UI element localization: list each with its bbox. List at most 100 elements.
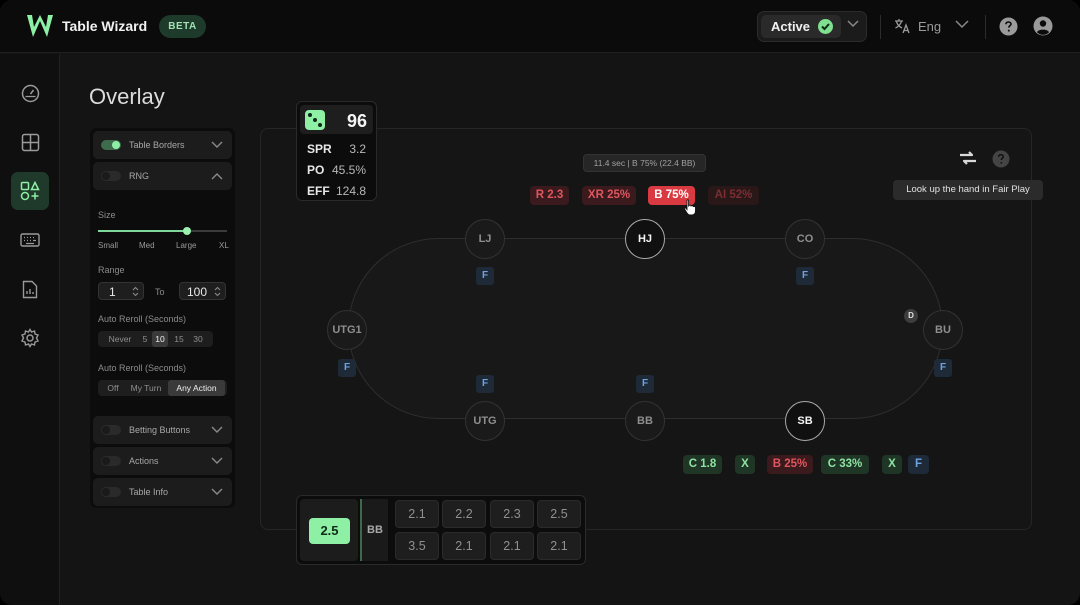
nav-hotkeys[interactable]: [11, 221, 49, 259]
bet-size-button[interactable]: 2.1: [442, 532, 486, 560]
reroll-mode-option[interactable]: Off: [101, 380, 125, 396]
size-slider-thumb[interactable]: [183, 227, 191, 235]
bet-size-button[interactable]: 2.3: [490, 500, 534, 528]
action-fold[interactable]: F: [908, 455, 929, 474]
size-slider[interactable]: [98, 227, 227, 235]
betting-buttons-bar: 2.5 BB 2.1 2.2 2.3 2.5 3.5 2.1 2.1 2.1: [296, 495, 586, 565]
report-icon: [22, 280, 38, 298]
action-call[interactable]: C 1.8: [683, 455, 722, 474]
dealer-button: D: [904, 309, 918, 323]
user-icon[interactable]: [1033, 16, 1053, 36]
rng-header: 96: [300, 105, 373, 134]
seat-sb[interactable]: SB: [785, 401, 825, 441]
table-borders-toggle[interactable]: [101, 140, 121, 150]
range-from-input[interactable]: 1: [98, 282, 144, 300]
chevron-down-icon[interactable]: [847, 20, 859, 28]
bet-selected-button[interactable]: 2.5: [309, 518, 350, 544]
status-dropdown[interactable]: Active: [757, 11, 867, 42]
fold-badge: F: [338, 359, 356, 377]
seat-lj[interactable]: LJ: [465, 219, 505, 259]
chevron-up-icon[interactable]: [211, 172, 223, 180]
rng-card: 96 SPR 3.2 PO 45.5% EFF 124.8: [296, 101, 377, 201]
bet-size-button[interactable]: 2.1: [490, 532, 534, 560]
nav-dashboard[interactable]: [11, 74, 49, 112]
seat-co[interactable]: CO: [785, 219, 825, 259]
bet-selected-container: 2.5: [300, 499, 358, 561]
auto-reroll-label: Auto Reroll (Seconds): [98, 314, 187, 324]
auto-reroll-label-2: Auto Reroll (Seconds): [98, 363, 187, 373]
actions-row[interactable]: Actions: [93, 447, 232, 475]
bet-unit-label: BB: [360, 499, 388, 561]
seat-bu[interactable]: BU: [923, 310, 963, 350]
seat-utg[interactable]: UTG: [465, 401, 505, 441]
bet-size-button[interactable]: 2.1: [537, 532, 581, 560]
seat-hj[interactable]: HJ: [625, 219, 665, 259]
stepper-icon[interactable]: [214, 286, 221, 297]
table-info-toggle[interactable]: [101, 487, 121, 497]
toggle-knob: [102, 426, 110, 434]
reroll-option[interactable]: 5: [139, 331, 151, 347]
bet-size-button[interactable]: 2.1: [395, 500, 439, 528]
auto-reroll-segmented: Never 5 10 15 30: [98, 331, 213, 347]
seat-bb[interactable]: BB: [625, 401, 665, 441]
action-bet[interactable]: B 25%: [767, 455, 813, 474]
rng-row[interactable]: RNG: [93, 162, 232, 190]
nav-tables[interactable]: [11, 123, 49, 161]
seat-utg1[interactable]: UTG1: [327, 310, 367, 350]
chevron-down-icon[interactable]: [955, 20, 969, 29]
cursor-icon: [683, 199, 696, 216]
nav-overlay[interactable]: [11, 172, 49, 210]
actions-toggle[interactable]: [101, 456, 121, 466]
gear-icon: [21, 328, 39, 348]
chevron-down-icon[interactable]: [211, 426, 223, 434]
translate-icon[interactable]: [893, 17, 911, 35]
bet-size-button[interactable]: 2.2: [442, 500, 486, 528]
dashboard-icon: [21, 84, 39, 102]
chevron-down-icon[interactable]: [211, 488, 223, 496]
action-check[interactable]: X: [882, 455, 902, 474]
status-label: Active: [771, 19, 811, 34]
help-icon[interactable]: [999, 17, 1018, 36]
nav-settings[interactable]: [11, 319, 49, 357]
chevron-down-icon[interactable]: [211, 141, 223, 149]
nav-reports[interactable]: [11, 270, 49, 308]
action-checkraise[interactable]: XR 25%: [582, 186, 636, 205]
toggle-knob: [102, 172, 110, 180]
grid-icon: [21, 133, 39, 151]
table-info-row[interactable]: Table Info: [93, 478, 232, 506]
dice-icon[interactable]: [305, 110, 325, 130]
swap-icon[interactable]: [958, 149, 978, 167]
action-raise[interactable]: R 2.3: [530, 186, 569, 205]
action-call-pct[interactable]: C 33%: [821, 455, 869, 474]
action-allin[interactable]: AI 52%: [708, 186, 759, 205]
range-to-input[interactable]: 100: [179, 282, 226, 300]
keyboard-icon: [20, 233, 40, 247]
table-borders-row[interactable]: Table Borders: [93, 131, 232, 159]
reroll-option-selected[interactable]: 10: [152, 331, 168, 347]
check-circle-icon: [818, 19, 833, 34]
reroll-option[interactable]: Never: [101, 331, 139, 347]
rng-toggle[interactable]: [101, 171, 121, 181]
size-tick: Large: [176, 241, 197, 250]
beta-badge: BETA: [159, 15, 206, 38]
bet-size-button[interactable]: 2.5: [537, 500, 581, 528]
hand-info-pill: 11.4 sec | B 75% (22.4 BB): [583, 154, 706, 172]
stepper-icon[interactable]: [132, 286, 139, 297]
stat-value: 3.2: [349, 142, 366, 156]
range-from-value: 1: [109, 285, 116, 299]
betting-buttons-toggle[interactable]: [101, 425, 121, 435]
reroll-option[interactable]: 30: [189, 331, 207, 347]
help-icon[interactable]: [992, 150, 1010, 168]
status-button[interactable]: Active: [761, 15, 841, 38]
action-check[interactable]: X: [735, 455, 755, 474]
language-label[interactable]: Eng: [918, 19, 941, 34]
reroll-mode-option-selected[interactable]: Any Action: [168, 380, 225, 396]
chevron-down-icon[interactable]: [211, 457, 223, 465]
reroll-option[interactable]: 15: [170, 331, 188, 347]
reroll-mode-option[interactable]: My Turn: [126, 380, 166, 396]
stat-value: 124.8: [335, 184, 366, 198]
bet-size-button[interactable]: 3.5: [395, 532, 439, 560]
betting-buttons-row[interactable]: Betting Buttons: [93, 416, 232, 444]
stat-key: SPR: [307, 142, 332, 156]
stat-value: 45.5%: [331, 163, 366, 177]
